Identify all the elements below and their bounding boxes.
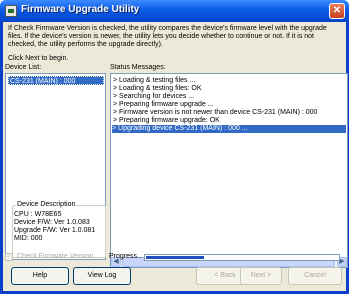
status-messages-label: Status Messages: (110, 64, 166, 71)
upgrade-firmware-version: Upgrade F/W: Ver 1.0.081 (14, 227, 96, 234)
dialog-body: If Check Firmware Version is checked, th… (3, 22, 348, 291)
status-message: > Firmware version is not newer than dev… (113, 109, 318, 116)
status-message: > Loading & testing files ... (113, 77, 196, 84)
progress-bar (144, 254, 340, 261)
progress-fill (146, 256, 204, 259)
progress-label: Progress... (109, 253, 143, 260)
check-firmware-label: Check Firmware Version (17, 253, 94, 260)
cancel-button[interactable]: Cancel (288, 267, 342, 285)
title-bar[interactable]: Firmware Upgrade Utility ✕ (0, 0, 349, 22)
view-log-button[interactable]: View Log (73, 267, 131, 285)
device-firmware-version: Device F/W: Ver 1.0.083 (14, 219, 90, 226)
close-button[interactable]: ✕ (329, 3, 345, 19)
status-message: > Preparing firmware upgrade ... (113, 101, 214, 108)
device-list-label: Device List: (5, 64, 42, 71)
status-message: > Searching for devices ... (113, 93, 195, 100)
firmware-upgrade-window: Firmware Upgrade Utility ✕ If Check Firm… (0, 0, 349, 294)
next-button[interactable]: Next > (240, 267, 282, 285)
check-firmware-checkbox[interactable]: ✓ (5, 253, 13, 261)
status-message: > Loading & testing files: OK (113, 85, 202, 92)
app-icon (5, 5, 17, 17)
help-button[interactable]: Help (11, 267, 69, 285)
device-cpu: CPU : W78E65 (14, 211, 62, 218)
status-messages-list[interactable]: > Loading & testing files ... > Loading … (110, 73, 348, 268)
status-message: > Preparing firmware upgrade: OK (113, 117, 220, 124)
device-mid: MID: 000 (14, 235, 43, 242)
begin-prompt: Click Next to begin. (8, 55, 69, 62)
window-title: Firmware Upgrade Utility (21, 4, 140, 15)
device-description-group: Device Description CPU : W78E65 Device F… (12, 201, 106, 258)
device-list[interactable]: CS-231 (MAIN) : 000 Device Description C… (5, 73, 106, 260)
status-message-selected[interactable]: > Upgrading device CS-231 (MAIN) : 000 .… (112, 125, 346, 133)
intro-text: If Check Firmware Version is checked, th… (8, 25, 327, 48)
device-list-item[interactable]: CS-231 (MAIN) : 000 (8, 76, 104, 85)
device-description-legend: Device Description (16, 201, 77, 208)
